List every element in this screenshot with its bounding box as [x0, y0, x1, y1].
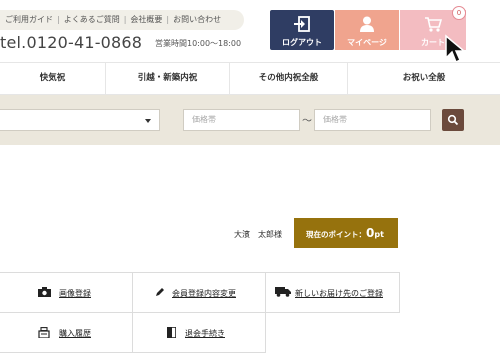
search-bar: 価格帯 ～ 価格帯 [0, 95, 500, 145]
mouse-pointer-icon [445, 34, 467, 64]
help-link-separator: | [166, 15, 170, 24]
category-nav: 快気祝 引越・新築内祝 その他内祝全般 お祝い全般 [0, 62, 500, 95]
cart-icon [425, 17, 442, 32]
price-min-input[interactable]: 価格帯 [183, 109, 300, 131]
price-range-separator: ～ [302, 116, 312, 127]
menu-label-image-register: 画像登録 [59, 289, 91, 298]
menu-item-purchase-history[interactable]: 購入履歴 [0, 313, 133, 353]
points-unit: pt [374, 230, 384, 239]
menu-item-new-address[interactable]: 新しいお届け先のご登録 [266, 273, 400, 313]
logout-label: ログアウト [282, 38, 322, 47]
menu-label-new-address: 新しいお届け先のご登録 [295, 289, 383, 298]
cart-count-badge: 0 [452, 6, 466, 20]
mypage-button[interactable]: マイページ [335, 10, 399, 50]
register-icon [38, 327, 50, 338]
nav-item-moving[interactable]: 引越・新築内祝 [105, 63, 229, 94]
chevron-down-icon [145, 119, 151, 123]
truck-icon [275, 287, 291, 297]
points-label: 現在のポイント： [306, 230, 366, 239]
door-icon [167, 327, 176, 338]
phone-number: tel.0120-41-0868 [0, 33, 143, 52]
help-link-faq[interactable]: よくあるご質問 [64, 10, 120, 30]
camera-icon [38, 287, 51, 297]
search-icon [447, 114, 459, 126]
menu-label-member-info: 会員登録内容変更 [172, 289, 236, 298]
help-link-contact[interactable]: お問い合わせ [173, 10, 221, 30]
help-link-company[interactable]: 会社概要 [130, 10, 162, 30]
search-button[interactable] [442, 109, 464, 131]
menu-label-purchase-history: 購入履歴 [59, 329, 91, 338]
price-max-input[interactable]: 価格帯 [314, 109, 431, 131]
help-link-separator: | [123, 15, 127, 24]
nav-item-other-uchiiwai[interactable]: その他内祝全般 [229, 63, 347, 94]
pencil-icon [156, 288, 164, 296]
user-name: 大濱 太郎様 [234, 230, 282, 239]
help-link-separator: | [57, 15, 60, 24]
business-hours: 営業時間10:00～18:00 [155, 39, 242, 48]
menu-item-member-info[interactable]: 会員登録内容変更 [133, 273, 266, 313]
user-icon [360, 16, 374, 32]
points-box: 現在のポイント：0pt [294, 218, 398, 248]
nav-item-kaikiiwai[interactable]: 快気祝 [0, 63, 105, 94]
nav-item-celebration[interactable]: お祝い全般 [347, 63, 500, 94]
account-menu: 画像登録 会員登録内容変更 新しいお届け先のご登録 購入履歴 退会手続き [0, 272, 400, 353]
site-header: ご利用ガイド | よくあるご質問 | 会社概要 | お問い合わせ tel.0120-41-0… [0, 0, 500, 64]
menu-label-withdraw: 退会手続き [185, 329, 225, 338]
help-link-guide[interactable]: ご利用ガイド [5, 10, 53, 30]
menu-item-withdraw[interactable]: 退会手続き [133, 313, 266, 353]
help-links-bar: ご利用ガイド | よくあるご質問 | 会社概要 | お問い合わせ [0, 10, 244, 30]
mypage-label: マイページ [347, 38, 387, 47]
logout-button[interactable]: ログアウト [270, 10, 334, 50]
category-select[interactable] [0, 109, 160, 131]
logout-icon [294, 16, 310, 32]
menu-item-image-register[interactable]: 画像登録 [0, 273, 133, 313]
